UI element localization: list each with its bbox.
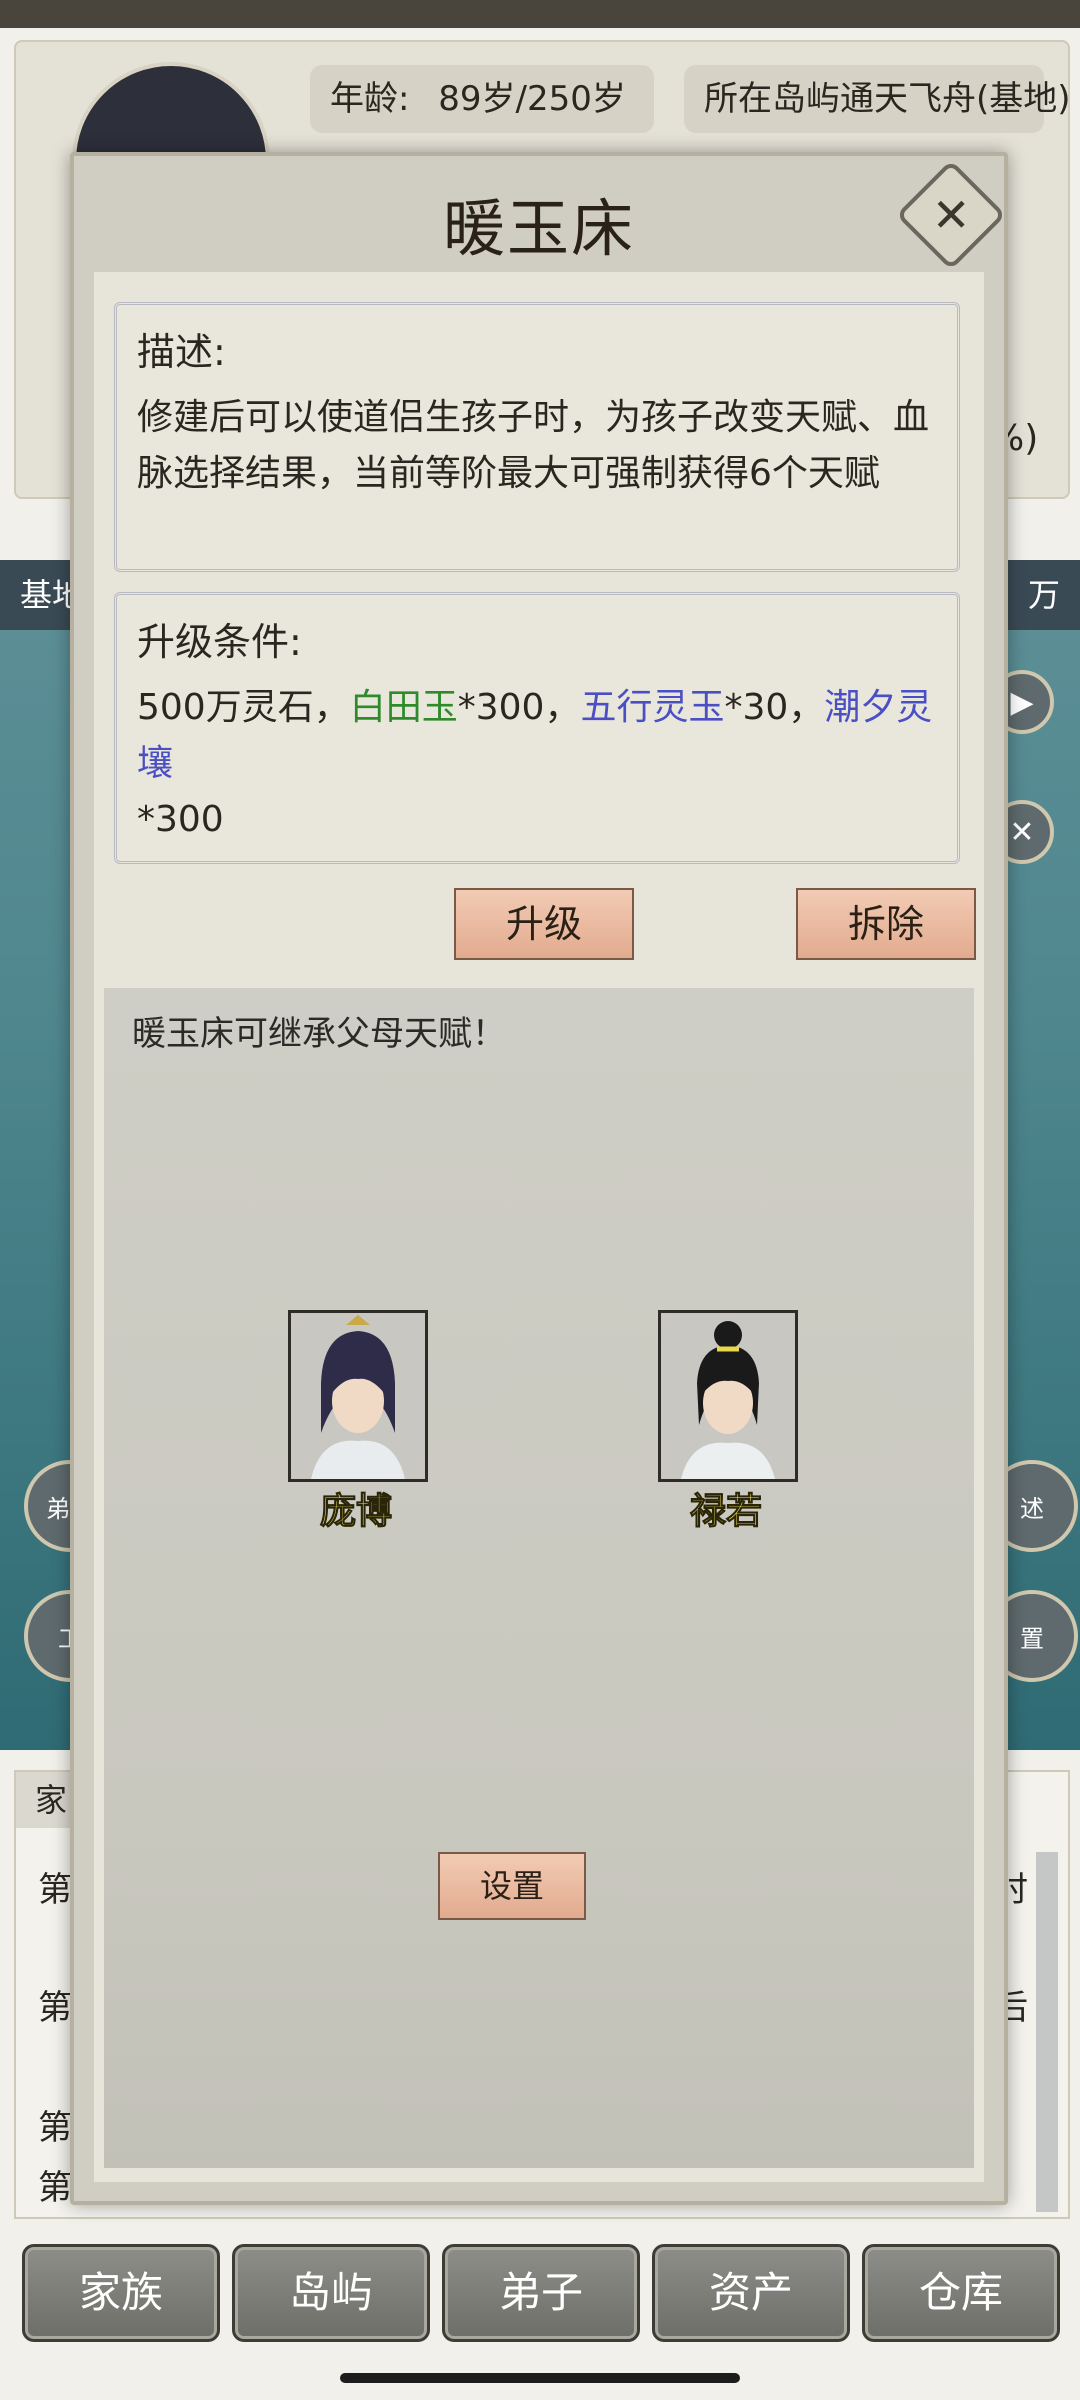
top-status-strip — [0, 0, 1080, 28]
log-row: 第 — [38, 1870, 72, 1910]
modal-title: 暖玉床 — [442, 192, 635, 265]
log-row: 第 — [38, 1988, 72, 2028]
log-row: 第 — [38, 2168, 72, 2208]
parent2-name: 禄若 — [689, 1491, 762, 1533]
describe-side-label: 述 — [1020, 1494, 1044, 1523]
log-row: 第 — [38, 2108, 72, 2148]
age-label: 年龄: — [330, 79, 410, 119]
island-pill: 所在岛屿通天飞舟(基地) — [684, 65, 1071, 133]
item-baitianyu-qty: *300， — [457, 687, 581, 728]
upgrade-stone-cost: 500万灵石， — [137, 687, 350, 728]
inheritance-panel — [104, 988, 974, 2168]
building-detail-modal: 暖玉床 ✕ 描述: 修建后可以使道侣生孩子时，为孩子改变天赋、血脉选择结果，当前… — [70, 152, 1008, 2205]
demolish-button[interactable]: 拆除 — [796, 888, 976, 960]
nav-warehouse[interactable]: 仓库 — [862, 2244, 1060, 2342]
item-wuxinglingyu: 五行灵玉 — [580, 687, 725, 728]
upgrade-title: 升级条件: — [137, 620, 302, 664]
description-title: 描述: — [137, 330, 226, 374]
settings-side-label: 置 — [1020, 1624, 1044, 1653]
item-wuxinglingyu-qty: *30， — [724, 687, 825, 728]
island-value: 通天飞舟(基地) — [840, 79, 1071, 119]
map-right-label: 万 — [1008, 560, 1080, 630]
parent2-avatar-icon — [661, 1313, 795, 1479]
settings-button[interactable]: 设置 — [438, 1852, 586, 1920]
nav-assets[interactable]: 资产 — [652, 2244, 850, 2342]
parent1-name: 庞博 — [319, 1491, 392, 1533]
island-label: 所在岛屿 — [704, 79, 840, 119]
parent2-portrait[interactable] — [658, 1310, 798, 1482]
upgrade-box: 升级条件: 500万灵石，白田玉*300，五行灵玉*30，潮夕灵壤 *300 — [114, 592, 960, 864]
nav-island[interactable]: 岛屿 — [232, 2244, 430, 2342]
inherit-notice: 暖玉床可继承父母天赋！ — [132, 1014, 506, 1054]
item-chaoxilingrang-qty: *300 — [137, 799, 224, 840]
close-icon: ✕ — [931, 187, 971, 242]
item-baitianyu: 白田玉 — [349, 687, 458, 728]
nav-disciple[interactable]: 弟子 — [442, 2244, 640, 2342]
home-indicator[interactable] — [340, 2373, 740, 2383]
age-pill: 年龄: 89岁/250岁 — [310, 65, 654, 133]
description-text: 修建后可以使道侣生孩子时，为孩子改变天赋、血脉选择结果，当前等阶最大可强制获得6… — [137, 397, 930, 494]
parent1-avatar-icon — [291, 1313, 425, 1479]
parent1-portrait[interactable] — [288, 1310, 428, 1482]
modal-body: 描述: 修建后可以使道侣生孩子时，为孩子改变天赋、血脉选择结果，当前等阶最大可强… — [94, 272, 984, 2182]
age-value: 89岁/250岁 — [438, 79, 626, 119]
upgrade-button[interactable]: 升级 — [454, 888, 634, 960]
bottom-nav: 家族 岛屿 弟子 资产 仓库 — [0, 2230, 1080, 2360]
upgrade-requirements: 500万灵石，白田玉*300，五行灵玉*30，潮夕灵壤 *300 — [137, 680, 937, 848]
description-box: 描述: 修建后可以使道侣生孩子时，为孩子改变天赋、血脉选择结果，当前等阶最大可强… — [114, 302, 960, 572]
log-scrollbar[interactable] — [1036, 1852, 1058, 2212]
nav-family[interactable]: 家族 — [22, 2244, 220, 2342]
